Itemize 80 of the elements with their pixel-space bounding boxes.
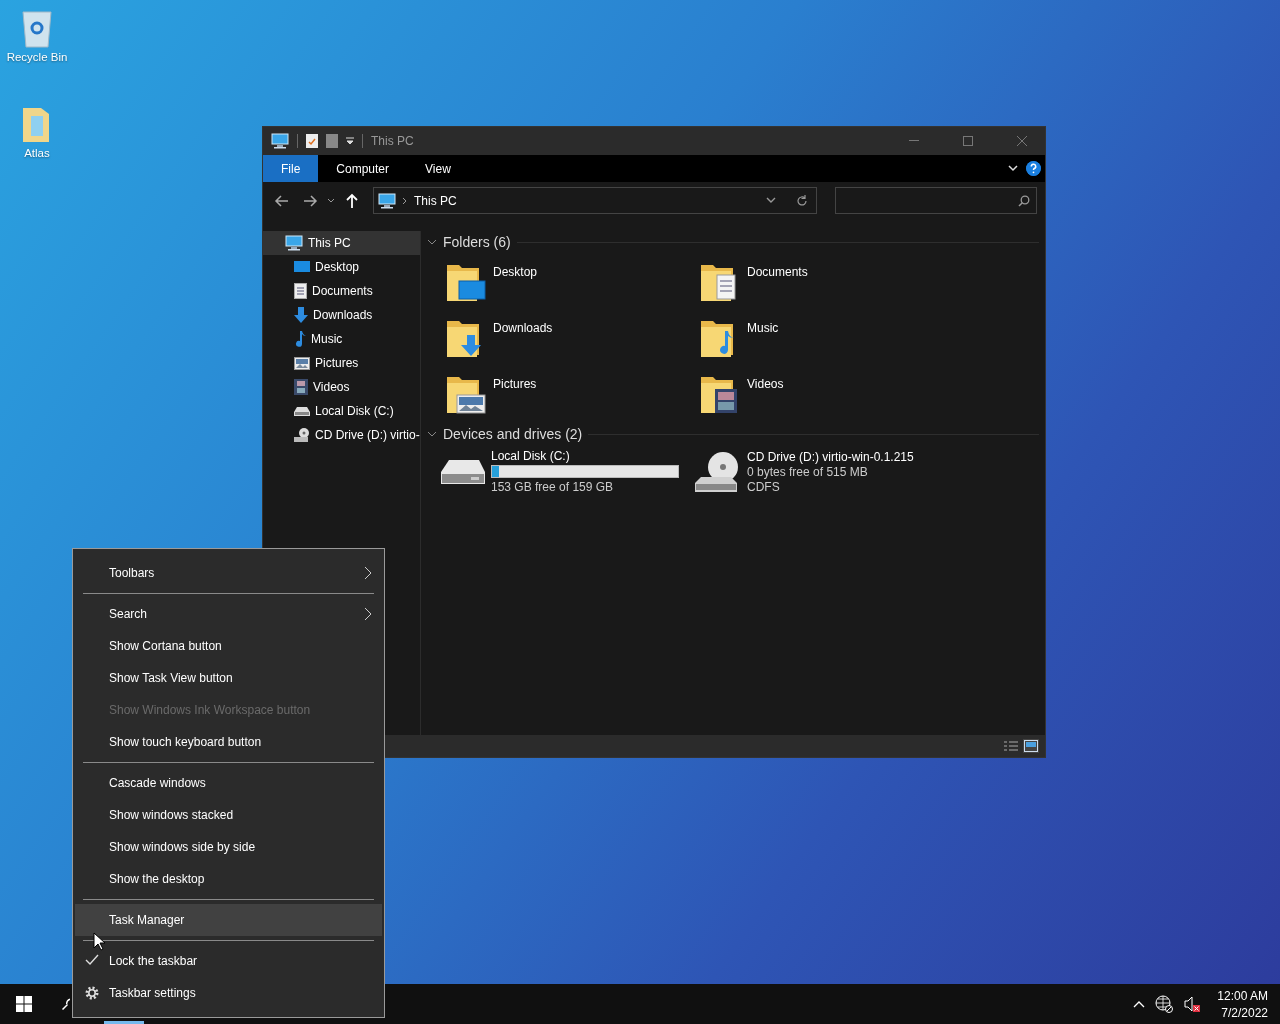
ribbon-tab[interactable]: File (263, 155, 319, 182)
minimize-icon (909, 140, 919, 142)
expand-ribbon-icon[interactable] (1008, 165, 1018, 172)
nav-item[interactable]: Documents (263, 279, 420, 303)
section-heading: Devices and drives (2) (443, 426, 583, 442)
computer-icon (378, 192, 396, 209)
chevron-right-icon (364, 607, 372, 621)
menu-item[interactable]: Taskbar settings (75, 977, 382, 1009)
drive-name[interactable]: Local Disk (C:) (491, 449, 679, 463)
maximize-icon (963, 136, 973, 146)
details-list-icon (1004, 740, 1018, 752)
nav-item[interactable]: Pictures (263, 351, 420, 375)
properties-icon[interactable] (306, 134, 318, 148)
film-icon (294, 379, 308, 395)
menu-item[interactable]: Show Task View button (75, 662, 382, 694)
globe-icon[interactable] (1155, 995, 1174, 1013)
cd-drive-icon (695, 450, 741, 493)
dropdown-icon[interactable] (766, 197, 776, 204)
recent-locations-icon[interactable] (327, 197, 335, 204)
desktop-icon (294, 260, 310, 274)
drive-details: CDFS (747, 479, 781, 494)
menu-item[interactable]: Show Cortana button (75, 630, 382, 662)
folder-name[interactable]: Downloads (493, 321, 553, 335)
window-title: This PC (371, 134, 415, 148)
chevron-up-icon[interactable] (1133, 1000, 1146, 1008)
menu-item[interactable]: Show the desktop (75, 863, 382, 895)
chevron-icon[interactable] (427, 237, 437, 247)
active-app-indicator (104, 1021, 144, 1024)
help-icon[interactable] (1026, 161, 1041, 176)
menu-item[interactable]: Show touch keyboard button (75, 726, 382, 758)
nav-item[interactable]: Local Disk (C:) (263, 399, 420, 423)
large-icons-view-button[interactable] (1023, 739, 1039, 753)
drive-details: 153 GB free of 159 GB (491, 480, 615, 494)
windows-logo-icon (16, 996, 32, 1012)
chevron-icon[interactable] (427, 429, 437, 439)
download-arrow-icon (294, 307, 308, 323)
mouse-pointer-icon (93, 932, 105, 951)
menu-item[interactable]: Cascade windows (75, 767, 382, 799)
nav-item[interactable]: CD Drive (D:) virtio- (263, 423, 420, 447)
large-icons-icon (1024, 740, 1038, 752)
address-bar[interactable]: This PC (373, 187, 817, 214)
chevron-right-icon (364, 566, 372, 580)
drive-name[interactable]: CD Drive (D:) virtio-win-0.1.215 (747, 449, 914, 464)
folder-name[interactable]: Desktop (493, 265, 538, 279)
menu-item[interactable]: Show windows side by side (75, 831, 382, 863)
nav-item[interactable]: Videos (263, 375, 420, 399)
menu-item[interactable]: Show windows stacked (75, 799, 382, 831)
folder-name[interactable]: Videos (747, 377, 784, 391)
nav-item[interactable]: Downloads (263, 303, 420, 327)
clock-time[interactable]: 12:00 AM (1217, 988, 1268, 1003)
computer-icon (285, 235, 303, 251)
menu-item[interactable]: Search (75, 598, 382, 630)
document-icon (294, 283, 307, 299)
clock-date[interactable]: 7/2/2022 (1221, 1005, 1268, 1020)
search-field[interactable] (835, 187, 1037, 214)
cd-drive-icon (294, 427, 310, 443)
recycle-bin-icon (19, 8, 55, 48)
breadcrumb-chevron-icon (402, 196, 408, 205)
folder-name[interactable]: Documents (747, 265, 808, 279)
hard-drive-icon (441, 457, 485, 486)
music-note-icon (294, 331, 306, 347)
ribbon-tab[interactable]: Computer (318, 155, 408, 182)
menu-item[interactable]: Lock the taskbar (75, 945, 382, 977)
nav-item[interactable]: This PC (263, 231, 420, 255)
folder-name[interactable]: Pictures (493, 377, 537, 391)
section-heading: Folders (6) (443, 234, 511, 250)
nav-item[interactable]: Music (263, 327, 420, 351)
ribbon-tab[interactable]: View (407, 155, 469, 182)
drive-icon (294, 406, 310, 416)
computer-icon (271, 133, 289, 149)
close-icon (1017, 136, 1027, 146)
settings-icon (85, 986, 99, 1000)
picture-icon (294, 356, 310, 370)
menu-item[interactable]: Task Manager (75, 904, 382, 936)
drive-details: 0 bytes free of 515 MB (747, 464, 869, 479)
refresh-icon[interactable] (796, 194, 808, 207)
folder-name[interactable]: Music (747, 321, 779, 335)
nav-item[interactable]: Desktop (263, 255, 420, 279)
speaker-muted-icon[interactable] (1183, 995, 1202, 1013)
menu-item[interactable]: Toolbars (75, 557, 382, 589)
